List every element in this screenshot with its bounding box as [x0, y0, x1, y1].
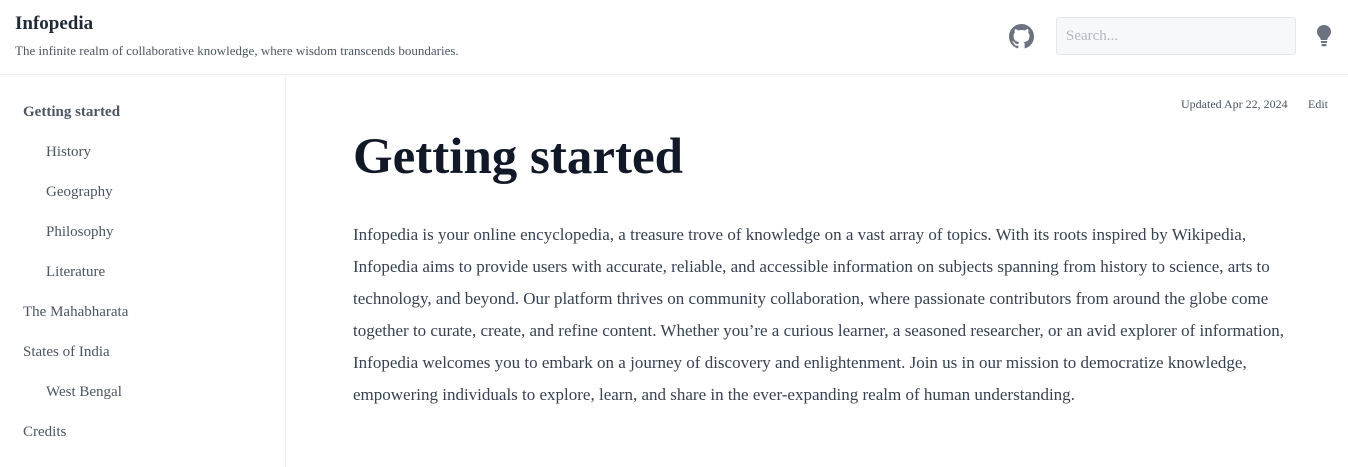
sidebar-item-west-bengal[interactable]: West Bengal	[46, 382, 122, 402]
intro-paragraph: Infopedia is your online encyclopedia, a…	[353, 225, 1284, 404]
sidebar-item-philosophy[interactable]: Philosophy	[46, 222, 114, 242]
lightbulb-icon[interactable]	[1315, 24, 1333, 48]
site-title[interactable]: Infopedia	[15, 13, 93, 35]
search-input[interactable]	[1056, 17, 1296, 55]
github-icon[interactable]	[1009, 24, 1034, 49]
sidebar-item-states-of-india[interactable]: States of India	[23, 342, 110, 362]
sidebar-item-geography[interactable]: Geography	[46, 182, 113, 202]
page-title: Getting started	[353, 129, 684, 185]
sidebar-nav: Getting started History Geography Philos…	[0, 75, 286, 467]
main-content: Updated Apr 22, 2024 Edit Getting starte…	[287, 75, 1348, 467]
sidebar-item-credits[interactable]: Credits	[23, 422, 66, 442]
edit-link[interactable]: Edit	[1308, 97, 1328, 112]
top-header: Infopedia The infinite realm of collabor…	[0, 0, 1348, 75]
site-tagline: The infinite realm of collaborative know…	[15, 43, 459, 58]
sidebar-item-the-mahabharata[interactable]: The Mahabharata	[23, 302, 128, 322]
sidebar-item-getting-started[interactable]: Getting started	[23, 102, 120, 122]
updated-date: Updated Apr 22, 2024	[1181, 97, 1288, 111]
sidebar-item-literature[interactable]: Literature	[46, 262, 105, 282]
sidebar-item-history[interactable]: History	[46, 142, 91, 162]
